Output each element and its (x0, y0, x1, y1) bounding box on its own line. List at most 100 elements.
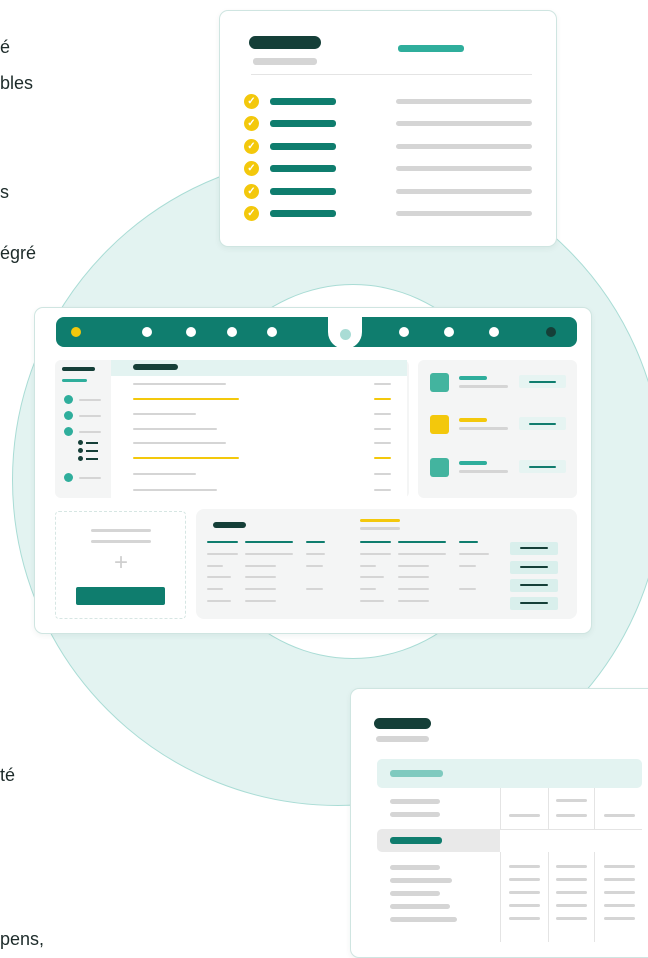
text-fragment-3: s (0, 182, 9, 202)
checklist-tab (398, 45, 464, 52)
sidebar-item-dot[interactable] (64, 395, 73, 404)
check-icon: ✓ (244, 206, 259, 221)
grid-cell (556, 865, 587, 868)
sidebar-item-dot[interactable] (64, 411, 73, 420)
metric-pill-line (529, 381, 556, 383)
bottom-cell (306, 588, 323, 590)
sidebar-item-dot[interactable] (64, 473, 73, 482)
bottom-cell (398, 600, 429, 602)
grid-label (390, 799, 440, 804)
grid-cell (604, 814, 635, 817)
bottom-cell (207, 588, 223, 590)
table-card-title (374, 718, 431, 729)
bottom-table-yellow-sub (360, 527, 400, 530)
nav-dot[interactable] (71, 327, 81, 337)
metric-pill-line (529, 423, 556, 425)
grid-cell (556, 891, 587, 894)
checklist-item-value (396, 211, 532, 216)
nav-dot-center[interactable] (340, 329, 351, 340)
bottom-cell (245, 576, 276, 578)
add-panel-line-1 (91, 529, 151, 532)
bottom-cell (398, 565, 429, 567)
nav-dot[interactable] (267, 327, 277, 337)
text-fragment-2: bles (0, 73, 34, 93)
sidebar-item-line (79, 415, 101, 417)
table-row (133, 473, 196, 475)
nav-dot[interactable] (186, 327, 196, 337)
grid-cell (604, 917, 635, 920)
nav-dot[interactable] (227, 327, 237, 337)
metric-square (430, 415, 449, 434)
table-card-section-line (500, 829, 642, 830)
check-icon: ✓ (244, 116, 259, 132)
table-row-end (374, 489, 391, 491)
checklist-item-value (396, 166, 532, 172)
bottom-col-line (360, 553, 391, 555)
table-card-header-label (390, 770, 443, 777)
plus-icon[interactable]: + (111, 551, 131, 575)
nav-dot[interactable] (489, 327, 499, 337)
nav-dot[interactable] (142, 327, 152, 337)
action-pill-line (520, 584, 548, 586)
table-row (133, 413, 196, 415)
sidebar-item-line (79, 431, 101, 433)
checklist-item-label (270, 210, 336, 217)
nav-dot[interactable] (444, 327, 454, 337)
check-icon: ✓ (244, 161, 259, 177)
table-row-end (374, 442, 391, 444)
bottom-cell (459, 588, 476, 590)
check-icon: ✓ (244, 183, 259, 199)
bottom-cell (207, 565, 223, 567)
bottom-col-header (360, 541, 391, 543)
metric-pill-line (529, 466, 556, 468)
bottom-table-yellow-title (360, 519, 400, 522)
nav-dot-active[interactable] (546, 327, 556, 337)
dashboard-card: + (34, 307, 592, 634)
grid-cell (604, 878, 635, 881)
bottom-cell (398, 588, 429, 590)
bottom-cell (360, 600, 384, 602)
table-card-section-label (390, 837, 442, 844)
grid-cell (604, 904, 635, 907)
table-card-subtitle (376, 736, 429, 742)
bullet-list-icon (78, 438, 102, 464)
nav-dot[interactable] (399, 327, 409, 337)
grid-cell (556, 917, 587, 920)
checklist-item-value (396, 121, 532, 127)
bottom-cell (207, 576, 231, 578)
checklist-card: ✓ ✓ ✓ ✓ ✓ ✓ (219, 10, 557, 247)
text-fragment-6: pens, (0, 929, 45, 949)
checklist-item-value (396, 99, 532, 104)
grid-cell (556, 814, 587, 817)
checklist-item-label (270, 98, 336, 105)
table-row (133, 457, 239, 459)
table-row-end (374, 398, 391, 400)
metric-square (430, 458, 449, 477)
bottom-cell (360, 576, 384, 578)
bottom-cell (306, 565, 323, 567)
checklist-item-value (396, 188, 532, 194)
table-row-end (374, 413, 391, 415)
table-row (133, 428, 217, 430)
text-fragment-1: é (0, 37, 11, 57)
metric-label (459, 376, 487, 380)
add-button[interactable] (76, 587, 165, 605)
sidebar-item-line (79, 477, 101, 479)
table-row (133, 489, 217, 491)
bottom-col-header (207, 541, 238, 543)
grid-cell (509, 904, 540, 907)
bottom-cell (360, 565, 376, 567)
bottom-cell (398, 576, 429, 578)
grid-label (390, 904, 450, 909)
grid-divider (548, 788, 549, 829)
check-icon: ✓ (244, 94, 259, 109)
table-row (133, 442, 226, 444)
checklist-item-label (270, 187, 336, 195)
sidebar-item-dot[interactable] (64, 427, 73, 436)
grid-label (390, 812, 440, 817)
checklist-title (249, 36, 321, 49)
table-row-end (374, 457, 391, 459)
bottom-col-line (245, 553, 293, 555)
bottom-col-line (207, 553, 238, 555)
table-row (133, 383, 226, 385)
